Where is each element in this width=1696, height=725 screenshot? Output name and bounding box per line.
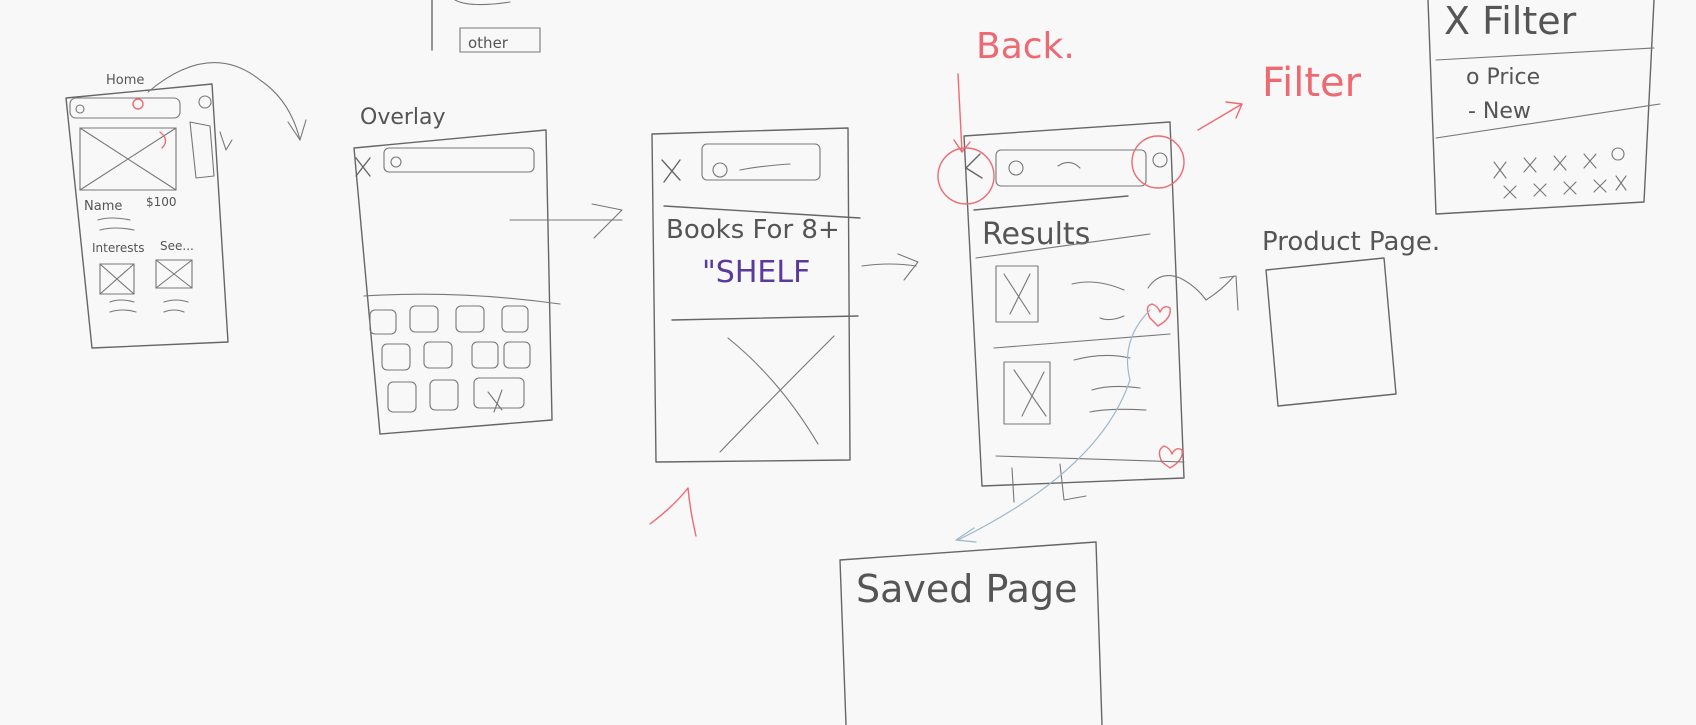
shelf-to-results-arrow [861,253,919,281]
filter-thumbnails [1493,147,1627,199]
shelf-line-1: Books For 8+ [666,215,840,245]
whiteboard: other Home Name $100 Interests See... Ov… [0,0,1696,725]
other-label: other [468,34,509,52]
home-search-bar [69,97,181,119]
filter-panel-title: X Filter [1444,0,1577,43]
shelf-frame [651,127,851,463]
results-row-divider [993,333,1171,349]
back-note-arrow [953,73,971,153]
overlay-search-icon [390,156,402,168]
shelf-line-2: "SHELF [702,255,810,290]
overlay-title: Overlay [360,105,446,130]
home-name-label: Name [84,199,122,214]
filter-note: Filter [1262,60,1362,106]
home-hero-cross [79,127,177,191]
results-search-icon [1008,160,1024,176]
filter-circle-highlight [1131,135,1185,189]
overlay-close-icon [355,157,371,177]
home-frame [65,83,229,349]
results-search-text [1057,161,1081,169]
fragment-line [454,0,511,6]
shelf-divider-bottom [671,315,859,321]
filter-option-price: o Price [1466,65,1540,90]
heart-to-saved-link [957,309,1151,541]
shelf-search-text [739,163,791,171]
filter-panel-divider-1 [1435,47,1655,61]
overlay-frame [353,129,553,435]
results-title: Results [982,217,1090,252]
result-2-lines [1073,354,1147,413]
shelf-search-icon [712,162,728,178]
saved-link-arrowhead [955,527,977,543]
result-2-heart-icon [1158,445,1183,469]
filter-note-arrow [1197,101,1243,131]
shelf-close-icon [661,159,681,183]
product-page-frame [1265,257,1397,407]
product-page: Product Page. [1262,227,1440,407]
results-to-product-arrow [1147,275,1239,311]
filter-panel: X Filter o Price - New [1427,0,1661,215]
results-search-bar [995,149,1147,187]
result-1-thumb-cross [1003,273,1031,315]
overlay-to-shelf-arrow [509,203,623,239]
back-note: Back. [976,26,1075,67]
results-filter-icon [1152,152,1168,168]
results-footer-line [995,455,1185,463]
home-interests-label: Interests [92,241,145,255]
result-2-thumb [1003,361,1051,425]
result-1-heart-icon [1146,303,1171,327]
saved-page-title: Saved Page [856,567,1077,611]
home-red-mark [159,131,167,149]
home-card-captions [109,299,189,313]
shelf-screen: Books For 8+ "SHELF [651,127,919,463]
product-page-title: Product Page. [1262,227,1440,257]
home-screen: Home Name $100 Interests See... [65,62,307,349]
sketch-canvas: other Home Name $100 Interests See... Ov… [65,0,1661,725]
results-divider [973,195,1129,211]
overlay-keyboard [369,305,531,413]
home-side-card [189,121,215,179]
stray-red-mark [649,487,697,537]
result-2-thumb-cross [1013,369,1047,417]
overlay-keyboard-top [363,293,561,305]
home-side-arrow [219,131,233,151]
home-profile-icon [198,95,212,109]
results-screen: Back. Filter Results [937,26,1362,543]
home-search-icon [75,104,85,114]
home-desc-lines [97,217,135,231]
home-red-dot-icon [132,98,144,110]
top-fragment: other [431,0,541,53]
results-back-icon [965,153,983,179]
filter-option-new: - New [1468,99,1531,124]
home-title: Home [106,73,144,88]
home-see-label: See... [160,239,194,253]
home-card-2-cross [155,259,193,289]
overlay-search-bar [383,147,535,173]
home-price-label: $100 [146,195,177,209]
saved-page: Saved Page [839,541,1103,725]
overlay-screen: Overlay [353,105,623,435]
shelf-image-cross [719,335,835,453]
result-1-lines [1071,281,1125,321]
home-card-1-cross [99,263,135,295]
shelf-search-bar [701,143,821,181]
